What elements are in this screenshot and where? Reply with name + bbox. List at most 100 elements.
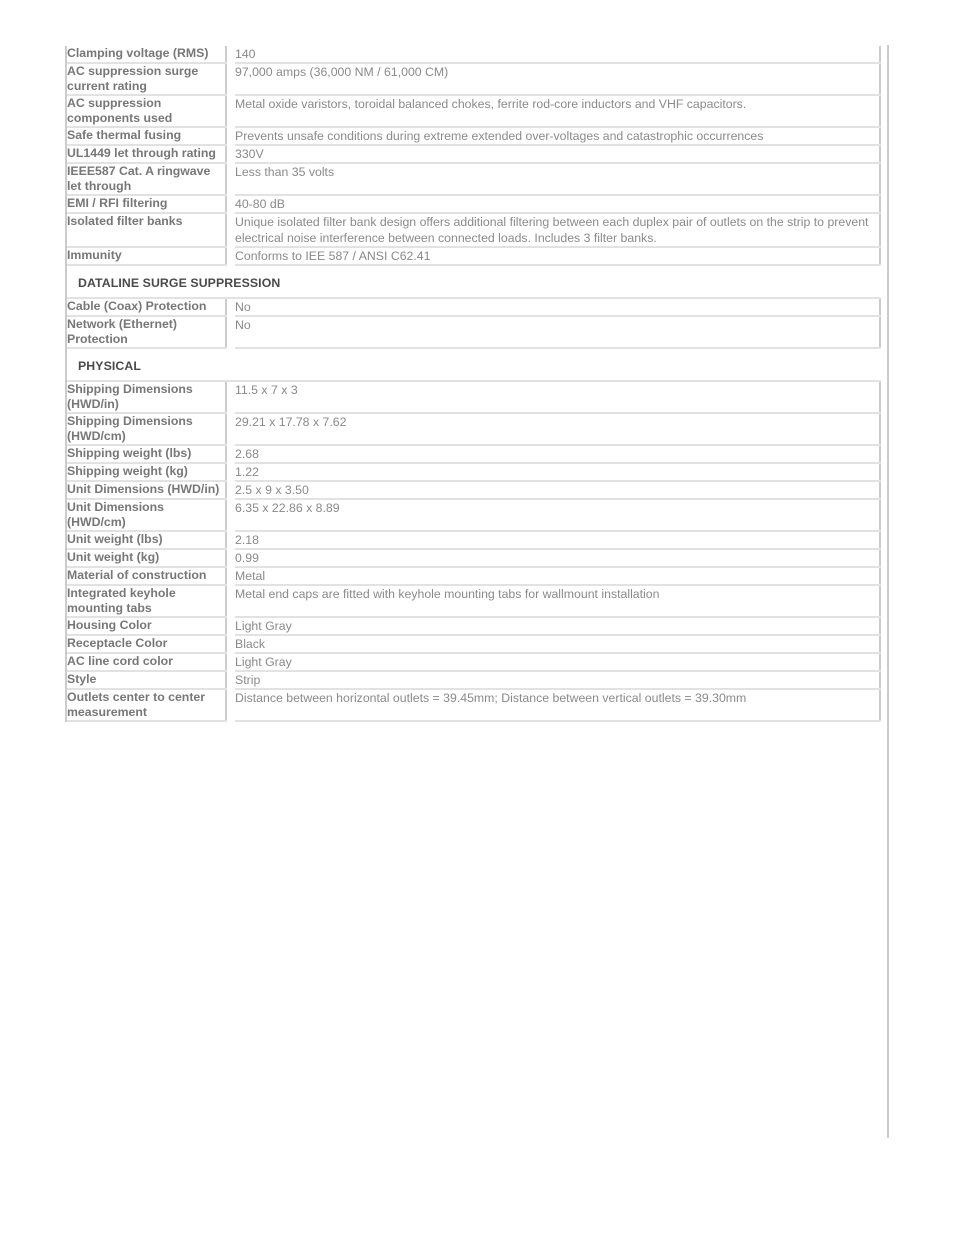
spec-section-label: PHYSICAL xyxy=(67,348,880,382)
spec-value-cell: 2.5 x 9 x 3.50 xyxy=(235,481,881,500)
spec-column-gap xyxy=(226,413,235,445)
spec-value-cell: Strip xyxy=(235,671,881,690)
spec-table-row: Integrated keyhole mounting tabs Metal en… xyxy=(67,585,881,618)
spec-label-cell: Outlets center to center measurement xyxy=(67,689,227,722)
spec-table-row: Shipping Dimensions (HWD/in) 11.5 x 7 x 3 xyxy=(67,381,881,414)
spec-table-row: Unit weight (lbs) 2.18 xyxy=(67,531,881,550)
spec-table-row: Shipping weight (kg) 1.22 xyxy=(67,463,881,482)
spec-table-row: Material of construction Metal xyxy=(67,567,881,586)
spec-value-cell: 6.35 x 22.86 x 8.89 xyxy=(235,499,881,532)
spec-table-row: Receptacle Color Black xyxy=(67,635,881,654)
spec-column-gap xyxy=(226,195,235,213)
spec-value-cell: Distance between horizontal outlets = 39… xyxy=(235,689,881,722)
spec-label-cell: Style xyxy=(67,671,227,690)
spec-label-cell: Unit weight (lbs) xyxy=(67,531,227,550)
spec-column-gap xyxy=(226,499,235,531)
spec-column-gap xyxy=(226,46,235,63)
spec-label-cell: Shipping Dimensions (HWD/cm) xyxy=(67,413,227,446)
spec-column-gap xyxy=(226,247,235,265)
spec-value-cell: Less than 35 volts xyxy=(235,163,881,196)
spec-label-cell: EMI / RFI filtering xyxy=(67,195,227,214)
spec-column-gap xyxy=(226,585,235,617)
specification-table: Clamping voltage (RMS) 140 AC suppression … xyxy=(67,46,881,722)
spec-value-cell: No xyxy=(235,316,881,349)
spec-label-cell: UL1449 let through rating xyxy=(67,145,227,164)
spec-column-gap xyxy=(226,63,235,95)
spec-label-cell: Immunity xyxy=(67,247,227,266)
spec-label-cell: Integrated keyhole mounting tabs xyxy=(67,585,227,618)
specification-table-body: Clamping voltage (RMS) 140 AC suppression … xyxy=(67,46,881,722)
spec-column-gap xyxy=(226,213,235,247)
spec-value-cell: 330V xyxy=(235,145,881,164)
spec-column-gap xyxy=(226,617,235,635)
spec-label-cell: Shipping weight (lbs) xyxy=(67,445,227,464)
spec-value-cell: Light Gray xyxy=(235,617,881,636)
spec-table-row: Unit Dimensions (HWD/in) 2.5 x 9 x 3.50 xyxy=(67,481,881,500)
spec-value-cell: 2.18 xyxy=(235,531,881,550)
spec-label-cell: Unit Dimensions (HWD/cm) xyxy=(67,499,227,532)
spec-value-cell: Black xyxy=(235,635,881,654)
spec-value-cell: Unique isolated filter bank design offer… xyxy=(235,213,881,248)
spec-table-row: Clamping voltage (RMS) 140 xyxy=(67,46,881,64)
spec-column-gap xyxy=(226,463,235,481)
spec-label-cell: Safe thermal fusing xyxy=(67,127,227,146)
spec-value-cell: Metal end caps are fitted with keyhole m… xyxy=(235,585,881,618)
spec-column-gap xyxy=(226,635,235,653)
spec-table-row: Unit Dimensions (HWD/cm) 6.35 x 22.86 x 8… xyxy=(67,499,881,532)
spec-column-gap xyxy=(226,95,235,127)
spec-value-cell: 29.21 x 17.78 x 7.62 xyxy=(235,413,881,446)
spec-column-gap xyxy=(226,567,235,585)
spec-column-gap xyxy=(226,145,235,163)
spec-value-cell: Metal oxide varistors, toroidal balanced… xyxy=(235,95,881,128)
spec-value-cell: 140 xyxy=(235,46,881,64)
spec-column-gap xyxy=(226,316,235,348)
spec-section-header-row: PHYSICAL xyxy=(67,348,880,382)
spec-label-cell: Shipping Dimensions (HWD/in) xyxy=(67,381,227,414)
spec-label-cell: Cable (Coax) Protection xyxy=(67,298,227,317)
spec-table-row: Network (Ethernet) Protection No xyxy=(67,316,881,349)
spec-column-gap xyxy=(226,481,235,499)
spec-column-gap xyxy=(226,381,235,413)
spec-column-gap xyxy=(226,531,235,549)
spec-column-gap xyxy=(226,127,235,145)
spec-label-cell: IEEE587 Cat. A ringwave let through xyxy=(67,163,227,196)
spec-column-gap xyxy=(226,549,235,567)
spec-value-cell: Prevents unsafe conditions during extrem… xyxy=(235,127,881,146)
spec-column-gap xyxy=(226,671,235,689)
spec-table-row: AC line cord color Light Gray xyxy=(67,653,881,672)
spec-label-cell: Network (Ethernet) Protection xyxy=(67,316,227,349)
spec-value-cell: 2.68 xyxy=(235,445,881,464)
page-right-rule xyxy=(887,45,889,1138)
spec-label-cell: Unit Dimensions (HWD/in) xyxy=(67,481,227,500)
spec-table-row: Shipping Dimensions (HWD/cm) 29.21 x 17.7… xyxy=(67,413,881,446)
spec-value-cell: 0.99 xyxy=(235,549,881,568)
spec-table-row: Isolated filter banks Unique isolated fil… xyxy=(67,213,881,248)
spec-column-gap xyxy=(226,689,235,721)
spec-table-row: Shipping weight (lbs) 2.68 xyxy=(67,445,881,464)
spec-value-cell: 1.22 xyxy=(235,463,881,482)
spec-table-row: AC suppression components used Metal oxid… xyxy=(67,95,881,128)
spec-section-label: DATALINE SURGE SUPPRESSION xyxy=(67,265,880,299)
spec-table-row: Style Strip xyxy=(67,671,881,690)
spec-column-gap xyxy=(226,653,235,671)
spec-label-cell: Receptacle Color xyxy=(67,635,227,654)
spec-label-cell: Housing Color xyxy=(67,617,227,636)
spec-table-row: UL1449 let through rating 330V xyxy=(67,145,881,164)
spec-label-cell: Shipping weight (kg) xyxy=(67,463,227,482)
spec-table-row: EMI / RFI filtering 40-80 dB xyxy=(67,195,881,214)
spec-label-cell: AC suppression components used xyxy=(67,95,227,128)
spec-label-cell: Clamping voltage (RMS) xyxy=(67,46,227,64)
spec-label-cell: Material of construction xyxy=(67,567,227,586)
spec-table-row: Unit weight (kg) 0.99 xyxy=(67,549,881,568)
spec-section-header-row: DATALINE SURGE SUPPRESSION xyxy=(67,265,880,299)
spec-label-cell: AC line cord color xyxy=(67,653,227,672)
spec-table-row: IEEE587 Cat. A ringwave let through Less … xyxy=(67,163,881,196)
spec-label-cell: Unit weight (kg) xyxy=(67,549,227,568)
spec-column-gap xyxy=(226,298,235,316)
spec-table-row: Immunity Conforms to IEE 587 / ANSI C62.4… xyxy=(67,247,881,266)
specification-page: Clamping voltage (RMS) 140 AC suppression … xyxy=(0,0,954,1235)
spec-value-cell: No xyxy=(235,298,881,317)
spec-label-cell: AC suppression surge current rating xyxy=(67,63,227,96)
specification-table-container: Clamping voltage (RMS) 140 AC suppression … xyxy=(65,46,881,722)
spec-table-row: Outlets center to center measurement Dist… xyxy=(67,689,881,722)
